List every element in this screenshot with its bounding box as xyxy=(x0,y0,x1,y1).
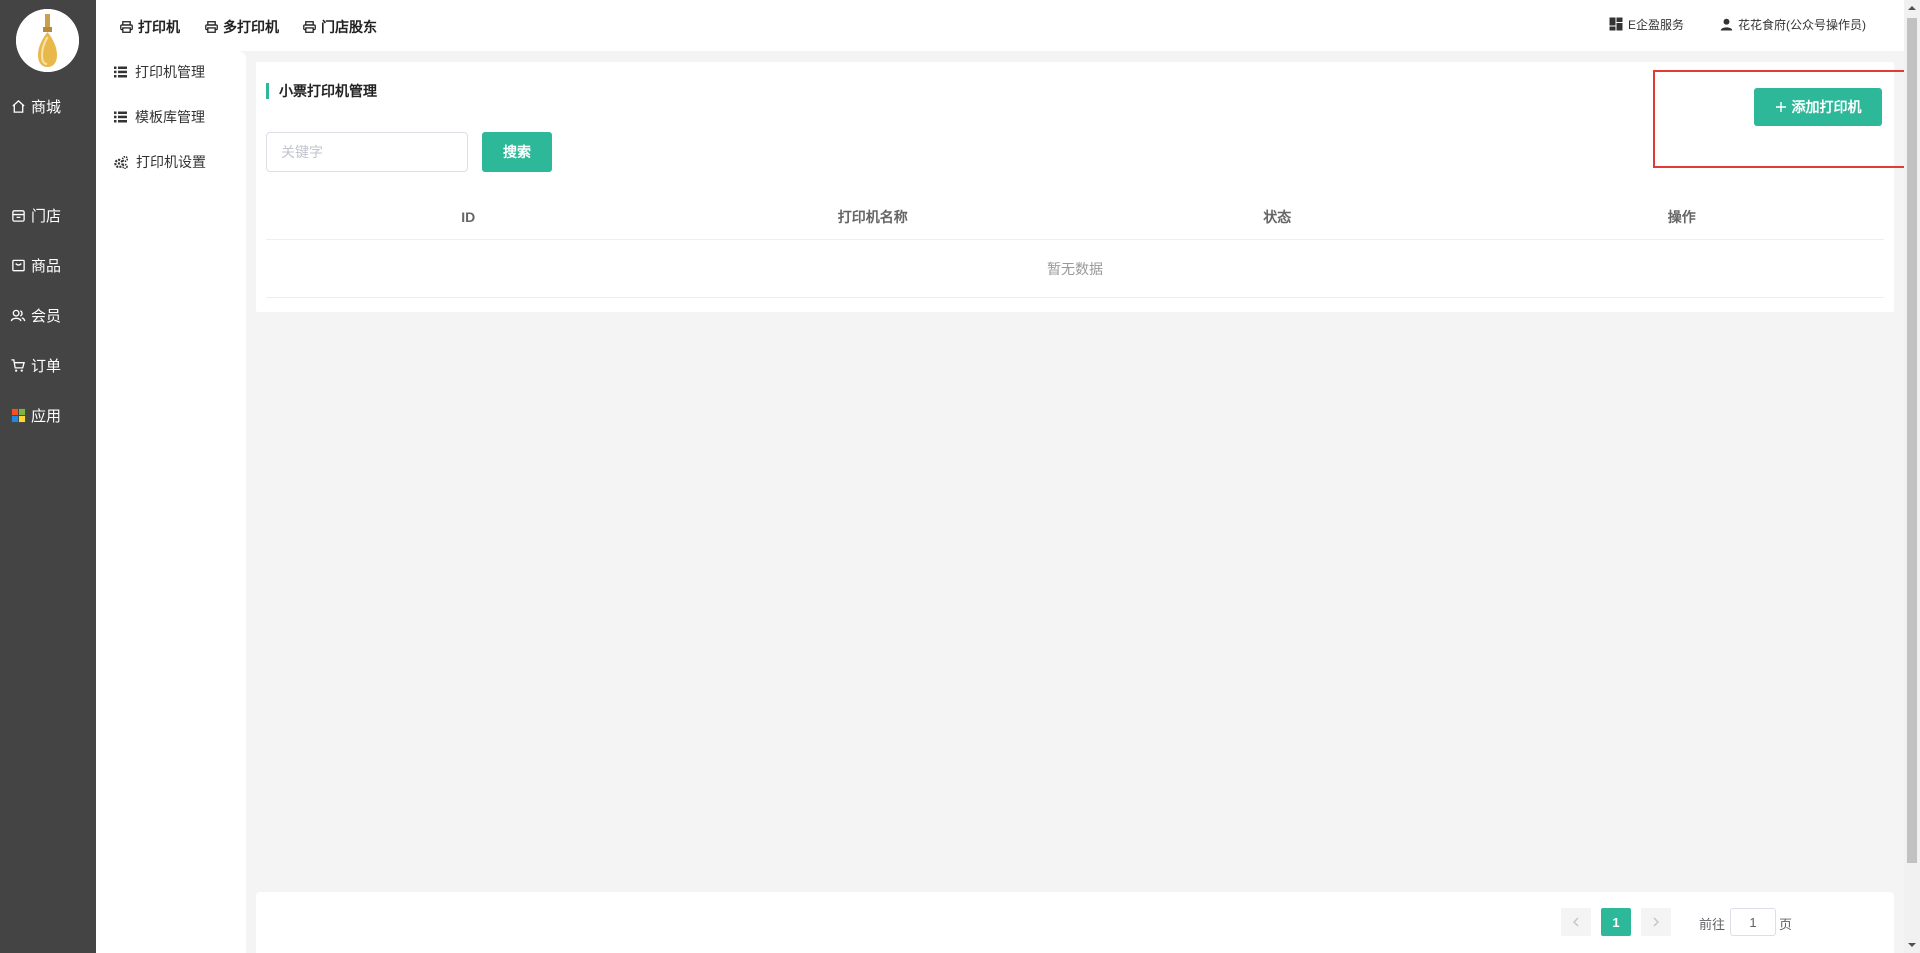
search-button[interactable]: 搜索 xyxy=(482,132,552,172)
printer-icon xyxy=(303,21,316,33)
tab-store-shareholder[interactable]: 门店股东 xyxy=(303,17,377,37)
pagination-goto-prefix: 前往 xyxy=(1699,917,1726,932)
list-icon xyxy=(114,111,127,123)
pagination-goto-input[interactable] xyxy=(1730,908,1776,936)
gears-icon xyxy=(114,155,128,169)
pagination-prev-button[interactable] xyxy=(1561,908,1591,936)
list-icon xyxy=(114,66,127,78)
dashboard-icon xyxy=(1609,17,1623,31)
page-title: 小票打印机管理 xyxy=(266,83,377,99)
subnav-item-template-library[interactable]: 模板库管理 xyxy=(114,106,205,128)
table-empty-text: 暂无数据 xyxy=(266,240,1884,298)
sidebar-item-mall[interactable]: 商城 xyxy=(0,91,96,121)
sidebar-item-member[interactable]: 会员 xyxy=(0,300,96,330)
tab-label: 打印机 xyxy=(138,19,180,35)
tab-label: 多打印机 xyxy=(223,19,279,35)
sidebar-item-label: 应用 xyxy=(31,407,62,425)
printer-management-panel: 小票打印机管理 添加打印机 搜索 ID 打印机名称 状态 操作 暂无数据 xyxy=(256,62,1894,312)
subnav-item-label: 打印机设置 xyxy=(136,154,206,170)
chevron-right-icon xyxy=(1653,917,1659,927)
subnav-item-printer-settings[interactable]: 打印机设置 xyxy=(114,151,206,173)
keyword-search-input[interactable] xyxy=(266,132,468,172)
main-sidebar: 商城 门店 商品 会员 订单 应用 xyxy=(0,0,96,953)
sidebar-item-label: 商品 xyxy=(31,257,62,275)
column-header-status: 状态 xyxy=(1263,208,1292,225)
column-header-id: ID xyxy=(461,208,476,225)
sidebar-item-order[interactable]: 订单 xyxy=(0,350,96,380)
enterprise-service-label: E企盈服务 xyxy=(1628,17,1685,32)
add-printer-label: 添加打印机 xyxy=(1791,99,1862,115)
sidebar-item-label: 会员 xyxy=(31,307,62,325)
member-icon xyxy=(10,307,26,323)
sidebar-item-label: 订单 xyxy=(31,357,62,375)
vertical-scrollbar[interactable] xyxy=(1904,0,1920,953)
pagination-bar: 1 前往 页 xyxy=(256,892,1894,953)
subnav-item-label: 打印机管理 xyxy=(135,64,205,80)
add-printer-button[interactable]: 添加打印机 xyxy=(1754,88,1882,126)
printer-table: ID 打印机名称 状态 操作 暂无数据 xyxy=(266,194,1884,298)
store-logo[interactable] xyxy=(16,9,79,72)
pagination-goto-suffix: 页 xyxy=(1779,917,1793,932)
sidebar-item-product[interactable]: 商品 xyxy=(0,250,96,280)
apps-icon xyxy=(10,407,26,423)
top-navbar: 打印机 多打印机 门店股东 E企盈服务 花花食府(公众号操作员) xyxy=(96,0,1904,51)
home-icon xyxy=(10,98,26,114)
store-icon xyxy=(10,207,26,223)
sidebar-item-apps[interactable]: 应用 xyxy=(0,400,96,430)
pagination-page-current[interactable]: 1 xyxy=(1601,908,1631,936)
user-name: 花花食府(公众号操作员) xyxy=(1738,17,1866,32)
sidebar-item-label: 门店 xyxy=(31,207,62,225)
subnav-item-printer-management[interactable]: 打印机管理 xyxy=(114,61,205,83)
scroll-down-arrow-icon[interactable] xyxy=(1904,937,1920,953)
sidebar-item-store[interactable]: 门店 xyxy=(0,200,96,230)
product-icon xyxy=(10,257,26,273)
sidebar-item-label: 商城 xyxy=(31,98,62,116)
user-menu[interactable]: 花花食府(公众号操作员) xyxy=(1720,14,1866,34)
cart-icon xyxy=(10,357,26,373)
enterprise-service-link[interactable]: E企盈服务 xyxy=(1609,14,1684,34)
table-header: ID 打印机名称 状态 操作 xyxy=(266,194,1884,240)
printer-subnav: 打印机管理 模板库管理 打印机设置 xyxy=(96,51,246,953)
user-icon xyxy=(1720,18,1733,31)
plus-icon xyxy=(1775,102,1786,112)
subnav-item-label: 模板库管理 xyxy=(135,109,205,125)
scrollbar-thumb[interactable] xyxy=(1907,18,1917,863)
column-header-printer-name: 打印机名称 xyxy=(837,208,908,225)
printer-icon xyxy=(120,21,133,33)
perfume-bottle-logo-icon xyxy=(16,9,79,72)
scroll-up-arrow-icon[interactable] xyxy=(1904,0,1920,16)
chevron-left-icon xyxy=(1573,917,1579,927)
tab-multi-printer[interactable]: 多打印机 xyxy=(205,17,279,37)
column-header-actions: 操作 xyxy=(1667,208,1696,225)
printer-icon xyxy=(205,21,218,33)
pagination-next-button[interactable] xyxy=(1641,908,1671,936)
tab-label: 门店股东 xyxy=(321,19,377,35)
tab-printer[interactable]: 打印机 xyxy=(120,17,180,37)
